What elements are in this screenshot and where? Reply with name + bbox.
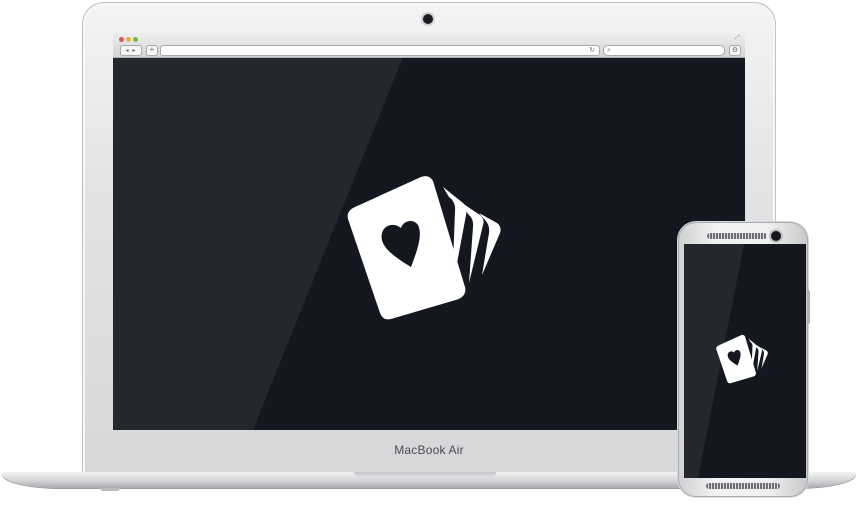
close-window-button[interactable] <box>119 37 124 42</box>
reload-icon[interactable]: ↻ <box>589 46 595 55</box>
browser-toolbar: ⤢ ◂ ▸ + ↻ ⌕ ⚙ <box>113 33 745 58</box>
laptop-opening-notch <box>354 472 496 477</box>
zoom-window-button[interactable] <box>133 37 138 42</box>
playing-cards-heart-icon <box>716 334 768 384</box>
fullscreen-icon[interactable]: ⤢ <box>735 34 740 42</box>
phone-front-camera <box>771 231 781 241</box>
playing-cards-heart-icon <box>347 176 501 320</box>
search-icon: ⌕ <box>607 46 611 54</box>
settings-button[interactable]: ⚙ <box>729 45 741 56</box>
phone-top-speaker <box>707 233 767 239</box>
laptop-camera <box>423 14 433 24</box>
phone-side-button <box>807 290 810 324</box>
add-tab-button[interactable]: + <box>146 45 158 56</box>
laptop-model-label: MacBook Air <box>394 443 464 457</box>
address-bar-input[interactable]: ↻ <box>160 45 600 56</box>
laptop-foot <box>100 488 120 491</box>
minimize-window-button[interactable] <box>126 37 131 42</box>
back-forward-buttons[interactable]: ◂ ▸ <box>120 45 142 56</box>
phone-bottom-speaker <box>706 483 780 489</box>
search-input[interactable]: ⌕ <box>603 45 725 56</box>
